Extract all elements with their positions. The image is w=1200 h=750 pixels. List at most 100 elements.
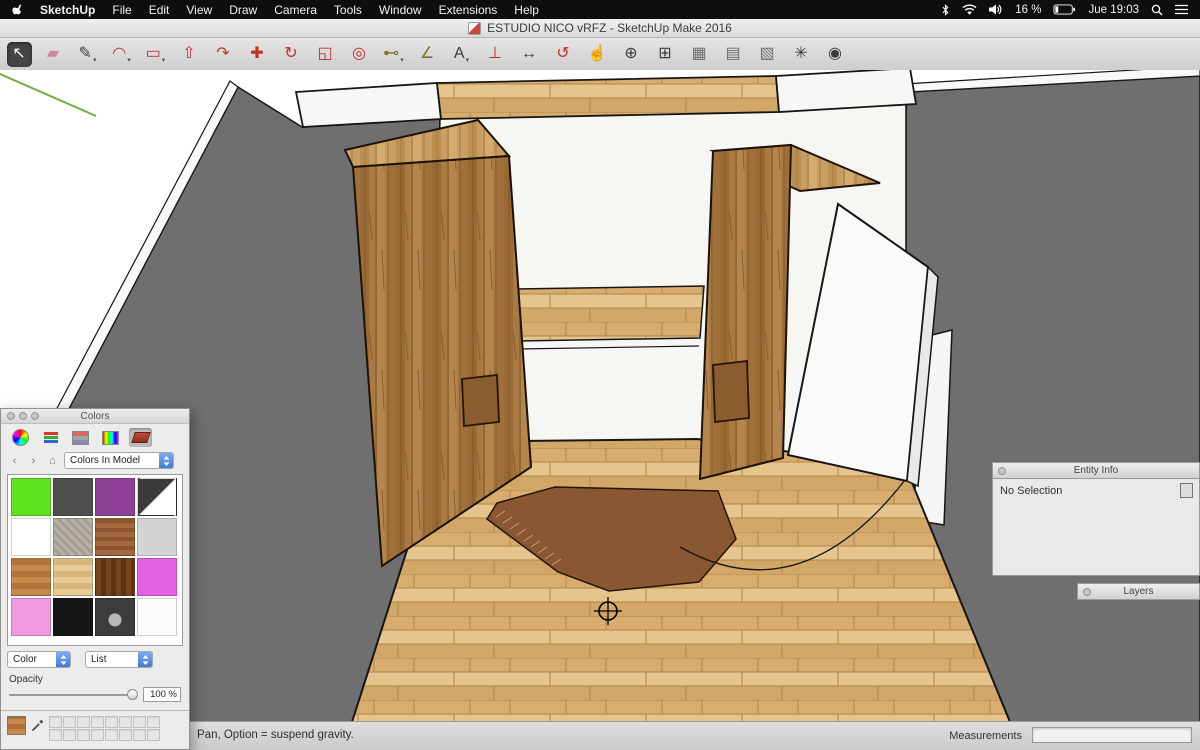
color-palettes-icon[interactable] xyxy=(69,428,92,447)
back-button[interactable]: ‹ xyxy=(7,454,22,468)
bright-green[interactable] xyxy=(11,478,51,516)
spotlight-search-icon[interactable] xyxy=(1151,4,1163,16)
zoom-tool[interactable]: ⊕ xyxy=(619,42,644,67)
spectrum-icon[interactable] xyxy=(99,428,122,447)
bluetooth-icon[interactable] xyxy=(941,4,950,16)
palette-cell[interactable] xyxy=(49,716,62,728)
concrete-texture[interactable] xyxy=(53,518,93,556)
light-wood[interactable] xyxy=(53,558,93,596)
speaker[interactable] xyxy=(95,598,135,636)
materials-brick-icon[interactable] xyxy=(129,428,152,447)
shape-tool[interactable]: ▭ ▾ xyxy=(143,42,168,67)
right-panel-front-face[interactable] xyxy=(700,145,791,479)
move-tool[interactable]: ✚ xyxy=(245,42,270,67)
volume-icon[interactable] xyxy=(989,4,1003,15)
colors-in-model-select[interactable]: Colors In Model xyxy=(64,452,174,469)
entity-info-titlebar[interactable]: Entity Info xyxy=(992,462,1200,479)
white-2[interactable] xyxy=(137,598,177,636)
line-tool[interactable]: ✎ ▾ xyxy=(75,42,100,67)
Tools[interactable]: Tools xyxy=(334,3,362,17)
SketchUp[interactable]: SketchUp xyxy=(40,3,95,17)
current-material-swatch[interactable] xyxy=(7,716,26,735)
forward-button[interactable]: › xyxy=(26,454,41,468)
scale-tool[interactable]: ◱ xyxy=(313,42,338,67)
apple-menu-icon[interactable] xyxy=(12,3,25,17)
upper-floor-strip[interactable] xyxy=(437,76,779,119)
white[interactable] xyxy=(11,518,51,556)
palette-cell[interactable] xyxy=(133,716,146,728)
palette-cell[interactable] xyxy=(147,716,160,728)
share-model-tool[interactable]: ▤ xyxy=(721,42,746,67)
eyedropper-icon[interactable] xyxy=(31,719,44,732)
eraser-tool[interactable]: ▰ xyxy=(41,42,66,67)
color-mode-select[interactable]: Color xyxy=(7,651,71,668)
pan-tool[interactable]: ☝ xyxy=(585,42,610,67)
components-tool[interactable]: ▧ xyxy=(755,42,780,67)
palette-cell[interactable] xyxy=(63,716,76,728)
palette-cell[interactable] xyxy=(119,716,132,728)
palette-cell[interactable] xyxy=(119,729,132,741)
measurements-input[interactable] xyxy=(1032,727,1192,743)
palette-cell[interactable] xyxy=(105,716,118,728)
dark-wood[interactable] xyxy=(95,558,135,596)
black-white-diagonal[interactable] xyxy=(137,478,177,516)
palette-cell[interactable] xyxy=(77,729,90,741)
opacity-value[interactable]: 100 % xyxy=(143,687,181,702)
palette-cell[interactable] xyxy=(133,729,146,741)
Help[interactable]: Help xyxy=(514,3,539,17)
palette-cell[interactable] xyxy=(91,729,104,741)
black[interactable] xyxy=(53,598,93,636)
left-panel-recess[interactable] xyxy=(462,375,499,426)
walk-tool[interactable]: ✳ xyxy=(789,42,814,67)
brick-texture[interactable] xyxy=(95,518,135,556)
collapse-dot-icon[interactable] xyxy=(1083,588,1091,596)
text-tool[interactable]: A ▾ xyxy=(449,42,474,67)
get-models-tool[interactable]: ▦ xyxy=(687,42,712,67)
push-pull-tool[interactable]: ⇧ xyxy=(177,42,202,67)
magenta[interactable] xyxy=(137,558,177,596)
collapse-dot-icon[interactable] xyxy=(998,467,1006,475)
layers-titlebar[interactable]: Layers xyxy=(1077,583,1200,600)
zoom-extents-tool[interactable]: ⊞ xyxy=(653,42,678,67)
palette-cell[interactable] xyxy=(49,729,62,741)
look-around-tool[interactable]: ◉ xyxy=(823,42,848,67)
View[interactable]: View xyxy=(186,3,212,17)
back-wood-step[interactable] xyxy=(515,286,704,341)
Draw[interactable]: Draw xyxy=(229,3,257,17)
follow-me-tool[interactable]: ↷ xyxy=(211,42,236,67)
purple[interactable] xyxy=(95,478,135,516)
opacity-slider-knob[interactable] xyxy=(127,689,138,700)
offset-tool[interactable]: ◎ xyxy=(347,42,372,67)
notification-center-icon[interactable] xyxy=(1175,4,1188,15)
protractor-tool[interactable]: ∠ xyxy=(415,42,440,67)
orbit-tool[interactable]: ↺ xyxy=(551,42,576,67)
File[interactable]: File xyxy=(112,3,131,17)
arc-tool[interactable]: ◠ ▾ xyxy=(109,42,134,67)
menu-clock[interactable]: Jue 19:03 xyxy=(1088,4,1139,16)
home-button[interactable]: ⌂ xyxy=(45,454,60,468)
tape-measure-tool[interactable]: ⊷ ▾ xyxy=(381,42,406,67)
top-beam-right[interactable] xyxy=(776,70,916,112)
rotate-tool[interactable]: ↻ xyxy=(279,42,304,67)
right-panel-recess[interactable] xyxy=(713,361,749,422)
window-traffic-dots[interactable] xyxy=(7,412,39,420)
wood-planks[interactable] xyxy=(11,558,51,596)
palette-cell[interactable] xyxy=(105,729,118,741)
opacity-slider-track[interactable] xyxy=(9,694,129,696)
axes-tool[interactable]: ⊥ xyxy=(483,42,508,67)
light-gray[interactable] xyxy=(137,518,177,556)
Edit[interactable]: Edit xyxy=(149,3,170,17)
color-sliders-icon[interactable] xyxy=(39,428,62,447)
palette-cell[interactable] xyxy=(77,716,90,728)
Extensions[interactable]: Extensions xyxy=(439,3,498,17)
palette-cell[interactable] xyxy=(91,716,104,728)
dark-gray[interactable] xyxy=(53,478,93,516)
palette-cell[interactable] xyxy=(63,729,76,741)
pink[interactable] xyxy=(11,598,51,636)
wifi-icon[interactable] xyxy=(962,4,977,16)
palette-cell[interactable] xyxy=(147,729,160,741)
battery-icon[interactable] xyxy=(1053,4,1076,15)
dimension-tool[interactable]: ↔ xyxy=(517,42,542,67)
list-view-select[interactable]: List xyxy=(85,651,153,668)
select-tool[interactable]: ↖ xyxy=(7,42,32,67)
